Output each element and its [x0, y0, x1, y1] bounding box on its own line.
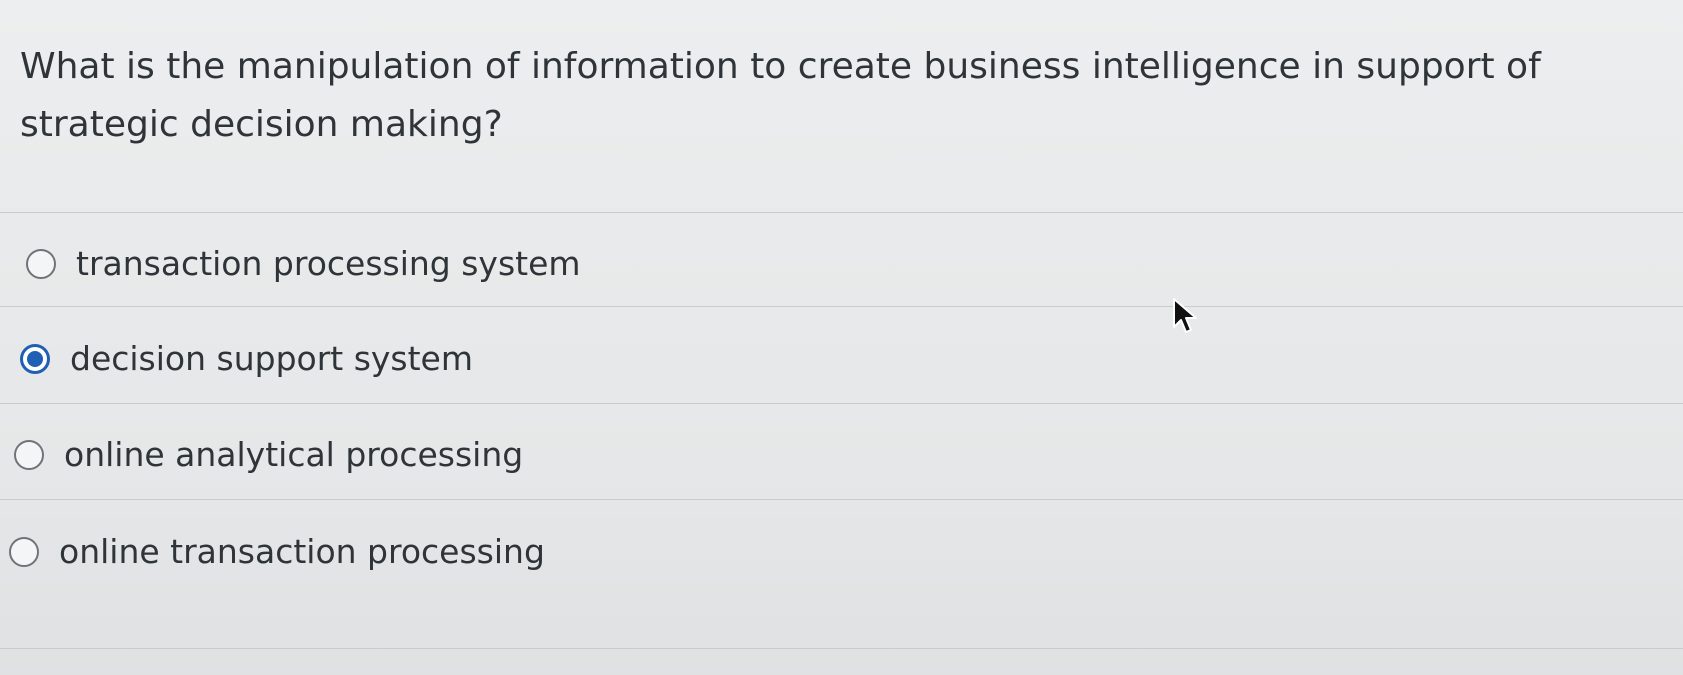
radio-dot: [27, 350, 43, 367]
option-decision-support-system[interactable]: decision support system: [20, 339, 473, 378]
divider: [0, 648, 1683, 649]
question-text: What is the manipulation of information …: [20, 46, 1541, 145]
divider: [0, 499, 1683, 500]
option-label: decision support system: [70, 339, 474, 378]
divider: [0, 212, 1683, 213]
option-label: online transaction processing: [59, 532, 545, 571]
radio-selected-icon[interactable]: [20, 343, 50, 374]
option-label: transaction processing system: [76, 244, 581, 283]
option-online-analytical-processing[interactable]: online analytical processing: [14, 435, 523, 474]
radio-empty-icon[interactable]: [14, 439, 44, 470]
divider: [0, 403, 1683, 404]
mouse-cursor-icon: [1173, 298, 1197, 333]
radio-empty-icon[interactable]: [26, 248, 56, 279]
radio-empty-icon[interactable]: [9, 536, 39, 567]
option-label: online analytical processing: [64, 435, 524, 474]
divider: [0, 306, 1683, 307]
option-online-transaction-processing[interactable]: online transaction processing: [9, 532, 545, 571]
option-transaction-processing-system[interactable]: transaction processing system: [26, 244, 581, 283]
